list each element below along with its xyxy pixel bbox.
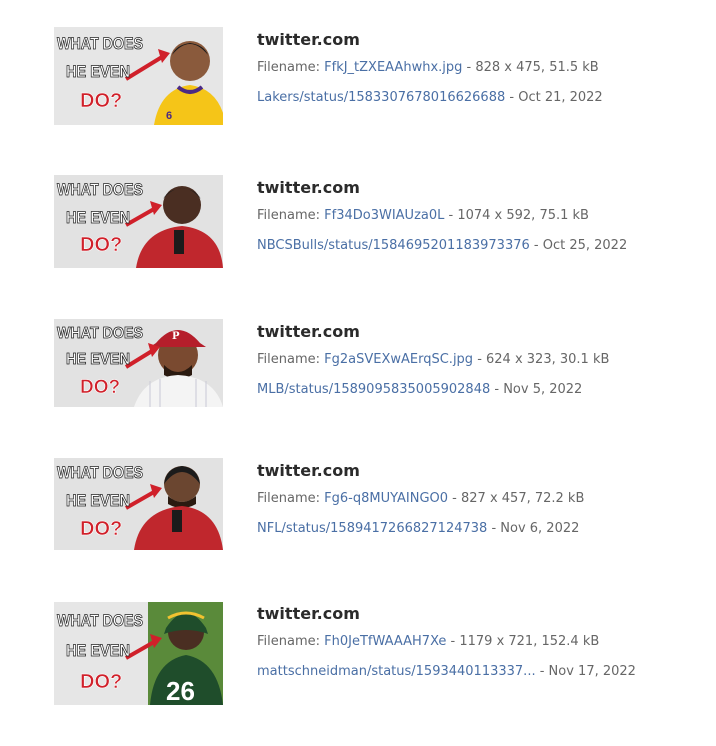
cap-logo: P: [172, 331, 180, 342]
result-date: - Nov 17, 2022: [535, 664, 636, 679]
result-thumbnail[interactable]: WHAT DOES HE EVEN DO?: [54, 175, 223, 268]
result-site: twitter.com: [257, 30, 360, 49]
thumb-caption-line-1: WHAT DOES: [57, 34, 143, 53]
thumbnail-image: WHAT DOES HE EVEN DO?: [54, 175, 223, 268]
status-link[interactable]: MLB/status/1589095835005902848: [257, 382, 490, 397]
result-site: twitter.com: [257, 178, 360, 197]
result-site: twitter.com: [257, 322, 360, 341]
result-filename-row: Filename: Fg2aSVEXwAErqSC.jpg - 624 x 32…: [257, 351, 609, 369]
microphone: [172, 510, 182, 532]
result-source-row: MLB/status/1589095835005902848 - Nov 5, …: [257, 381, 609, 399]
thumb-caption-line-3: DO?: [80, 518, 122, 540]
result-date: - Nov 5, 2022: [490, 382, 583, 397]
thumb-caption-line-1: WHAT DOES: [57, 325, 143, 342]
thumb-caption-line-1: WHAT DOES: [57, 463, 143, 482]
thumb-caption-line-1: WHAT DOES: [57, 180, 143, 199]
status-link[interactable]: NBCSBulls/status/1584695201183973376: [257, 238, 530, 253]
thumb-caption-line-2: HE EVEN: [66, 62, 130, 81]
thumbnail-image: WHAT DOES HE EVEN DO?: [54, 458, 223, 550]
result-filename-row: Filename: FfkJ_tZXEAAhwhx.jpg - 828 x 47…: [257, 59, 603, 77]
result-source-row: mattschneidman/status/1593440113337... -…: [257, 663, 636, 681]
result-date: - Oct 25, 2022: [529, 238, 628, 253]
filename-label: Filename:: [257, 634, 325, 649]
result-source-row: NFL/status/1589417266827124738 - Nov 6, …: [257, 520, 584, 538]
thumb-caption-line-2: HE EVEN: [66, 208, 130, 227]
thumb-caption-line-2: HE EVEN: [66, 351, 130, 368]
thumb-caption-line-1: WHAT DOES: [57, 611, 143, 630]
result-meta: twitter.com Filename: Ff34Do3WIAUza0L - …: [257, 178, 627, 255]
file-info: - 1179 x 721, 152.4 kB: [446, 634, 600, 649]
file-info: - 828 x 475, 51.5 kB: [462, 60, 599, 75]
result-filename-row: Filename: Fg6-q8MUYAINGO0 - 827 x 457, 7…: [257, 490, 584, 508]
result-filename-row: Filename: Ff34Do3WIAUza0L - 1074 x 592, …: [257, 207, 627, 225]
result-meta: twitter.com Filename: Fg6-q8MUYAINGO0 - …: [257, 461, 584, 538]
microphone: [174, 230, 184, 254]
status-link[interactable]: NFL/status/1589417266827124738: [257, 521, 487, 536]
thumbnail-image: 6 WHAT DOES HE EVEN DO?: [54, 27, 223, 125]
filename-label: Filename:: [257, 352, 325, 367]
jersey-number: 26: [166, 676, 195, 705]
filename-label: Filename:: [257, 491, 325, 506]
result-site: twitter.com: [257, 604, 360, 623]
person-head: [170, 41, 210, 81]
result-filename-row: Filename: Fh0JeTfWAAAH7Xe - 1179 x 721, …: [257, 633, 636, 651]
thumb-caption-line-3: DO?: [80, 90, 122, 112]
result-source-row: Lakers/status/1583307678016626688 - Oct …: [257, 89, 603, 107]
result-site: twitter.com: [257, 461, 360, 480]
thumbnail-image: 26 WHAT DOES HE EVEN DO?: [54, 602, 223, 705]
result-thumbnail[interactable]: 6 WHAT DOES HE EVEN DO?: [54, 27, 223, 125]
result-thumbnail[interactable]: P WHAT DOES HE EVEN DO?: [54, 319, 223, 407]
filename-link[interactable]: FfkJ_tZXEAAhwhx.jpg: [324, 60, 462, 75]
status-link[interactable]: mattschneidman/status/1593440113337...: [257, 664, 536, 679]
thumb-caption-line-3: DO?: [80, 377, 120, 398]
filename-link[interactable]: Ff34Do3WIAUza0L: [324, 208, 444, 223]
filename-link[interactable]: Fh0JeTfWAAAH7Xe: [324, 634, 446, 649]
thumb-caption-line-3: DO?: [80, 671, 122, 693]
file-info: - 624 x 323, 30.1 kB: [473, 352, 610, 367]
person-head: [163, 186, 201, 224]
jersey-number: 6: [166, 110, 172, 122]
filename-link[interactable]: Fg6-q8MUYAINGO0: [324, 491, 448, 506]
thumb-caption-line-2: HE EVEN: [66, 491, 130, 510]
file-info: - 1074 x 592, 75.1 kB: [444, 208, 589, 223]
result-date: - Oct 21, 2022: [505, 90, 603, 105]
thumbnail-image: P WHAT DOES HE EVEN DO?: [54, 319, 223, 407]
file-info: - 827 x 457, 72.2 kB: [448, 491, 585, 506]
filename-label: Filename:: [257, 208, 325, 223]
result-meta: twitter.com Filename: FfkJ_tZXEAAhwhx.jp…: [257, 30, 603, 107]
result-thumbnail[interactable]: 26 WHAT DOES HE EVEN DO?: [54, 602, 223, 705]
filename-label: Filename:: [257, 60, 325, 75]
result-date: - Nov 6, 2022: [487, 521, 580, 536]
filename-link[interactable]: Fg2aSVEXwAErqSC.jpg: [324, 352, 473, 367]
result-source-row: NBCSBulls/status/1584695201183973376 - O…: [257, 237, 627, 255]
thumb-caption-line-2: HE EVEN: [66, 641, 130, 660]
result-meta: twitter.com Filename: Fh0JeTfWAAAH7Xe - …: [257, 604, 636, 681]
status-link[interactable]: Lakers/status/1583307678016626688: [257, 90, 505, 105]
result-thumbnail[interactable]: WHAT DOES HE EVEN DO?: [54, 458, 223, 550]
result-meta: twitter.com Filename: Fg2aSVEXwAErqSC.jp…: [257, 322, 609, 399]
thumb-caption-line-3: DO?: [80, 234, 122, 256]
